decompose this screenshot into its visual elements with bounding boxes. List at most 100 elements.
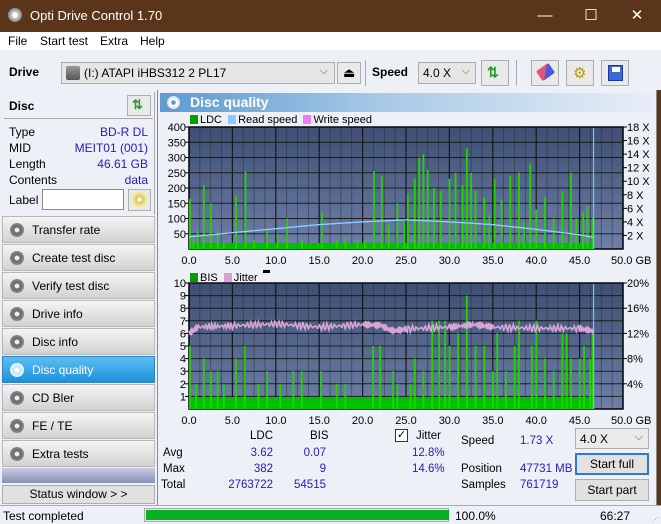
bar — [565, 333, 568, 409]
max-label: Max — [163, 463, 185, 475]
status-window-button[interactable]: Status window > > — [2, 485, 155, 504]
bar — [266, 230, 269, 249]
menu-start-test[interactable]: Start test — [40, 34, 88, 48]
nav-disc-quality[interactable]: Disc quality — [2, 356, 155, 383]
drive-select[interactable]: (I:) ATAPI iHBS312 2 PL17 ⌵ — [61, 62, 335, 84]
bar — [387, 224, 390, 249]
y-tick-label: 10 — [174, 278, 186, 290]
bar — [439, 191, 442, 249]
x-tick-label: 15.0 — [308, 255, 329, 267]
maximize-button[interactable]: ☐ — [568, 0, 614, 32]
verify-test-disc-icon — [10, 279, 24, 293]
bar — [589, 358, 592, 409]
jitter-label: Jitter — [416, 430, 441, 442]
y-tick-label: 100 — [168, 214, 186, 226]
menu-file[interactable]: File — [8, 34, 27, 48]
toolbar-divider — [516, 60, 517, 86]
bar — [222, 242, 225, 249]
contents-value: data — [124, 173, 148, 187]
x-tick-label: 35.0 — [482, 255, 503, 267]
nav-create-test-disc[interactable]: Create test disc — [2, 244, 155, 271]
bar — [320, 371, 322, 409]
speed-select[interactable]: 4.0 X ⌵ — [418, 62, 476, 84]
bar — [335, 239, 338, 249]
nav-fe-te[interactable]: FE / TE — [2, 412, 155, 439]
bar — [518, 172, 520, 249]
menu-extra[interactable]: Extra — [100, 34, 128, 48]
bar — [438, 320, 440, 409]
bar — [483, 197, 486, 249]
drive-icon — [66, 66, 80, 80]
eject-button[interactable]: ⏏ — [337, 62, 361, 84]
start-full-button[interactable]: Start full — [575, 453, 649, 475]
bis-chart: 123456789104%8%12%16%20%0.0 5.0 10.0 15.0 20… — [174, 278, 652, 426]
bar — [465, 148, 468, 249]
nav-verify-test-disc[interactable]: Verify test disc — [2, 272, 155, 299]
bar — [474, 346, 477, 409]
total-ldc: 2763722 — [228, 479, 273, 491]
cd-bler-icon — [10, 391, 24, 405]
label-label: Label — [9, 193, 39, 207]
bar — [406, 194, 409, 249]
disc-refresh-button[interactable]: ⇅ — [127, 95, 151, 116]
bar — [335, 383, 338, 409]
close-button[interactable]: ✕ — [614, 0, 660, 32]
bar — [344, 238, 347, 249]
nav-drive-info[interactable]: Drive info — [2, 300, 155, 327]
speed-value: 4.0 X — [423, 66, 452, 80]
bar — [513, 346, 516, 409]
y-tick-label: 400 — [168, 122, 186, 134]
length-value: 46.61 GB — [97, 157, 148, 171]
avg-ldc: 3.62 — [250, 447, 273, 459]
y2-tick-label: 2 X — [627, 230, 644, 242]
bar — [244, 171, 247, 249]
bar — [364, 239, 367, 249]
menu-help[interactable]: Help — [140, 34, 165, 48]
y-tick-label: 9 — [180, 291, 186, 303]
settings-button[interactable]: ⚙ — [566, 60, 594, 86]
y-tick-label: 8 — [180, 303, 186, 315]
bar — [192, 236, 195, 249]
x-tick-label: 0.0 — [181, 255, 196, 267]
resize-grip-icon[interactable]: ⋰ — [652, 516, 659, 524]
bar — [544, 358, 546, 409]
position-value: 47731 MB — [520, 463, 573, 475]
nav-disc-info[interactable]: Disc info — [2, 328, 155, 355]
speed-label: Speed — [461, 435, 495, 447]
bar — [209, 371, 212, 409]
nav-extra-tests[interactable]: Extra tests — [2, 440, 155, 467]
label-input[interactable] — [42, 189, 124, 210]
y2-tick-label: 12% — [627, 328, 649, 340]
x-tick-label: 20.0 — [352, 255, 373, 267]
bar — [396, 383, 399, 409]
bar — [535, 320, 538, 409]
bar — [189, 346, 191, 409]
bar — [380, 175, 383, 249]
bar — [448, 178, 451, 249]
save-button[interactable] — [601, 60, 629, 86]
test-speed-select[interactable]: 4.0 X ⌵ — [575, 428, 649, 449]
start-part-button[interactable]: Start part — [575, 479, 649, 501]
jitter-checkbox[interactable]: ✓ — [395, 429, 408, 442]
bar — [413, 358, 416, 409]
bar — [195, 383, 197, 409]
label-disc-button[interactable] — [128, 189, 151, 211]
bar — [448, 346, 451, 409]
test-speed-value: 4.0 X — [580, 432, 609, 446]
y2-tick-label: 4 X — [627, 217, 644, 229]
bar — [321, 212, 323, 249]
refresh-icon: ⇅ — [132, 97, 143, 112]
erase-button[interactable] — [531, 60, 559, 86]
refresh-button[interactable]: ⇅ — [481, 60, 509, 86]
bar — [493, 178, 496, 249]
progress-text: 100.0% — [455, 509, 496, 523]
nav-transfer-rate[interactable]: Transfer rate — [2, 216, 155, 243]
disc-info-icon — [10, 335, 24, 349]
bar — [426, 169, 429, 249]
minimize-button[interactable]: — — [522, 0, 568, 32]
gears-icon: ⚙ — [573, 65, 587, 82]
y2-tick-label: 4% — [627, 379, 643, 391]
bar — [578, 358, 581, 409]
bar — [454, 172, 457, 249]
nav-cd-bler[interactable]: CD Bler — [2, 384, 155, 411]
